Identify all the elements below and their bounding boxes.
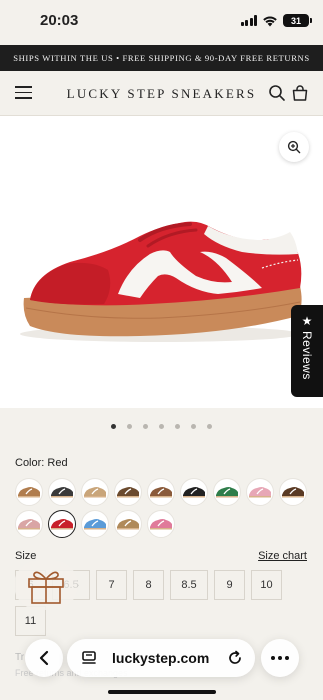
color-swatch[interactable] xyxy=(81,478,109,506)
pagination-dot[interactable] xyxy=(175,424,180,429)
size-option[interactable]: 9 xyxy=(214,570,245,600)
status-icons: 31 xyxy=(240,14,312,27)
color-swatch[interactable] xyxy=(246,478,274,506)
color-swatch-row-2 xyxy=(15,510,315,538)
color-swatch[interactable] xyxy=(114,510,142,538)
menu-icon[interactable] xyxy=(15,86,32,99)
search-icon[interactable] xyxy=(268,84,286,102)
size-option[interactable]: 10 xyxy=(251,570,282,600)
color-swatch[interactable] xyxy=(279,478,307,506)
gallery-pagination xyxy=(0,424,323,429)
color-swatch[interactable] xyxy=(147,510,175,538)
reviews-tab[interactable]: ★ Reviews xyxy=(291,305,323,397)
site-header: LUCKY STEP SNEAKERS xyxy=(0,71,323,116)
cellular-signal-icon xyxy=(240,15,257,26)
size-option[interactable]: 7 xyxy=(96,570,127,600)
product-image-red-sneaker xyxy=(20,221,302,342)
color-swatch[interactable] xyxy=(15,478,43,506)
color-label: Color: Red xyxy=(15,457,68,469)
color-swatch[interactable] xyxy=(48,478,76,506)
color-swatch[interactable] xyxy=(147,478,175,506)
more-options-button[interactable] xyxy=(261,639,299,677)
zoom-button[interactable] xyxy=(279,132,309,162)
pagination-dot[interactable] xyxy=(207,424,212,429)
battery-icon: 31 xyxy=(283,14,312,27)
address-bar[interactable]: luckystep.com xyxy=(67,639,255,677)
gift-icon xyxy=(28,571,64,604)
back-button[interactable] xyxy=(25,639,63,677)
star-icon: ★ xyxy=(301,314,313,328)
size-option[interactable]: 11 xyxy=(15,606,46,636)
color-swatch[interactable] xyxy=(114,478,142,506)
color-swatch[interactable] xyxy=(48,510,76,538)
pagination-dot[interactable] xyxy=(111,424,116,429)
status-time: 20:03 xyxy=(40,12,79,29)
site-logo[interactable]: LUCKY STEP SNEAKERS xyxy=(60,86,263,102)
chevron-left-icon xyxy=(39,650,49,666)
color-swatch-row-1 xyxy=(15,478,315,506)
wifi-icon xyxy=(263,16,277,26)
reader-icon[interactable] xyxy=(81,650,97,666)
status-bar: 20:03 31 xyxy=(0,0,323,44)
size-option[interactable]: 8 xyxy=(133,570,164,600)
url-text: luckystep.com xyxy=(112,650,210,666)
size-chart-link[interactable]: Size chart xyxy=(258,550,307,562)
home-indicator xyxy=(108,690,216,694)
pagination-dot[interactable] xyxy=(127,424,132,429)
pagination-dot[interactable] xyxy=(159,424,164,429)
reload-icon[interactable] xyxy=(227,650,243,666)
announcement-bar: SHIPS WITHIN THE US • FREE SHIPPING & 90… xyxy=(0,45,323,71)
size-option[interactable]: 8.5 xyxy=(170,570,208,600)
color-swatch[interactable] xyxy=(81,510,109,538)
product-image-gallery[interactable] xyxy=(0,116,323,408)
color-swatch[interactable] xyxy=(213,478,241,506)
gift-button[interactable] xyxy=(14,560,78,610)
reviews-label: Reviews xyxy=(300,331,314,380)
zoom-in-icon xyxy=(287,140,301,154)
browser-toolbar: luckystep.com xyxy=(0,636,323,680)
cart-icon[interactable] xyxy=(291,84,309,102)
color-swatch[interactable] xyxy=(180,478,208,506)
pagination-dot[interactable] xyxy=(191,424,196,429)
pagination-dot[interactable] xyxy=(143,424,148,429)
color-swatch[interactable] xyxy=(15,510,43,538)
